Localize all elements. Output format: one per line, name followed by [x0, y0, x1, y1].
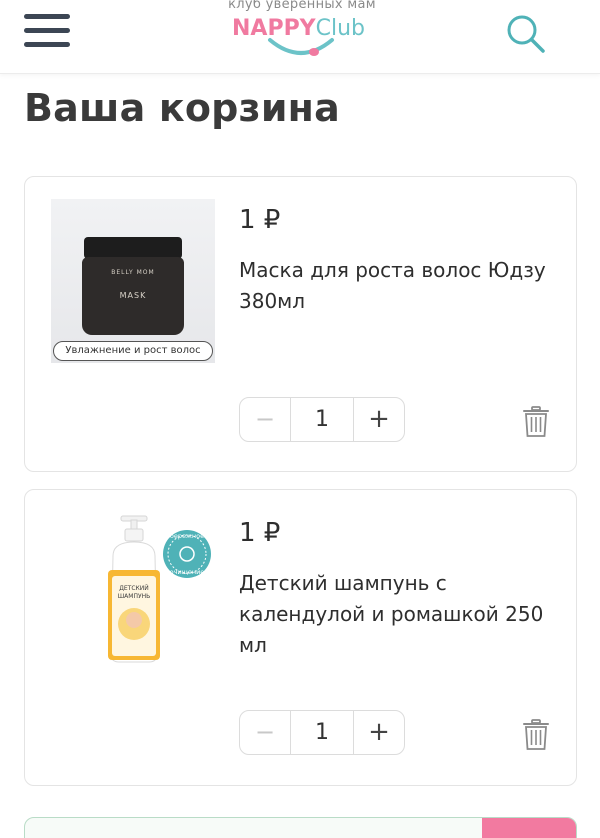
logo[interactable]: клуб уверенных мам NAPPYClub: [222, 0, 382, 66]
sticker-line1: бережное: [170, 532, 204, 540]
trash-icon[interactable]: [523, 719, 549, 751]
jar-product-label: MASK: [119, 291, 147, 300]
product-name[interactable]: Детский шампунь с календулой и ромашкой …: [239, 568, 559, 661]
quantity-stepper: − 1 +: [239, 397, 405, 442]
trash-icon[interactable]: [523, 406, 549, 438]
product-benefit-badge: Увлажнение и рост волос: [53, 341, 213, 361]
jar-brand-label: BELLY MOM: [111, 269, 155, 276]
jar-body: BELLY MOM MASK: [82, 257, 184, 335]
checkout-button[interactable]: [482, 818, 576, 838]
cart-item: BELLY MOM MASK Увлажнение и рост волос 1…: [24, 176, 577, 472]
quantity-stepper: − 1 +: [239, 710, 405, 755]
logo-tagline: клуб уверенных мам: [228, 0, 376, 12]
product-price: 1 ₽: [239, 205, 281, 235]
bottle-label-line2: ШАМПУНЬ: [118, 593, 151, 600]
product-image[interactable]: ДЕТСКИЙ ШАМПУНЬ бережное очищение: [95, 514, 225, 694]
hamburger-menu-icon[interactable]: [24, 14, 70, 48]
checkout-bar: [24, 817, 577, 838]
product-price: 1 ₽: [239, 518, 281, 548]
quantity-value: 1: [290, 711, 354, 754]
sticker-line2: очищение: [170, 568, 205, 576]
quantity-value: 1: [290, 398, 354, 441]
search-icon[interactable]: [504, 12, 548, 56]
cart-item: ДЕТСКИЙ ШАМПУНЬ бережное очищение 1 ₽ Де…: [24, 489, 577, 786]
decrease-quantity-button[interactable]: −: [240, 398, 290, 441]
bottle-label-line1: ДЕТСКИЙ: [119, 585, 149, 592]
jar-lid: [84, 237, 182, 259]
product-name[interactable]: Маска для роста волос Юдзу 380мл: [239, 255, 559, 317]
page-title: Ваша корзина: [24, 86, 340, 130]
logo-smile-icon: [268, 38, 334, 56]
decrease-quantity-button[interactable]: −: [240, 711, 290, 754]
product-image[interactable]: BELLY MOM MASK: [51, 199, 215, 363]
increase-quantity-button[interactable]: +: [354, 711, 404, 754]
increase-quantity-button[interactable]: +: [354, 398, 404, 441]
header: клуб уверенных мам NAPPYClub: [0, 0, 600, 74]
